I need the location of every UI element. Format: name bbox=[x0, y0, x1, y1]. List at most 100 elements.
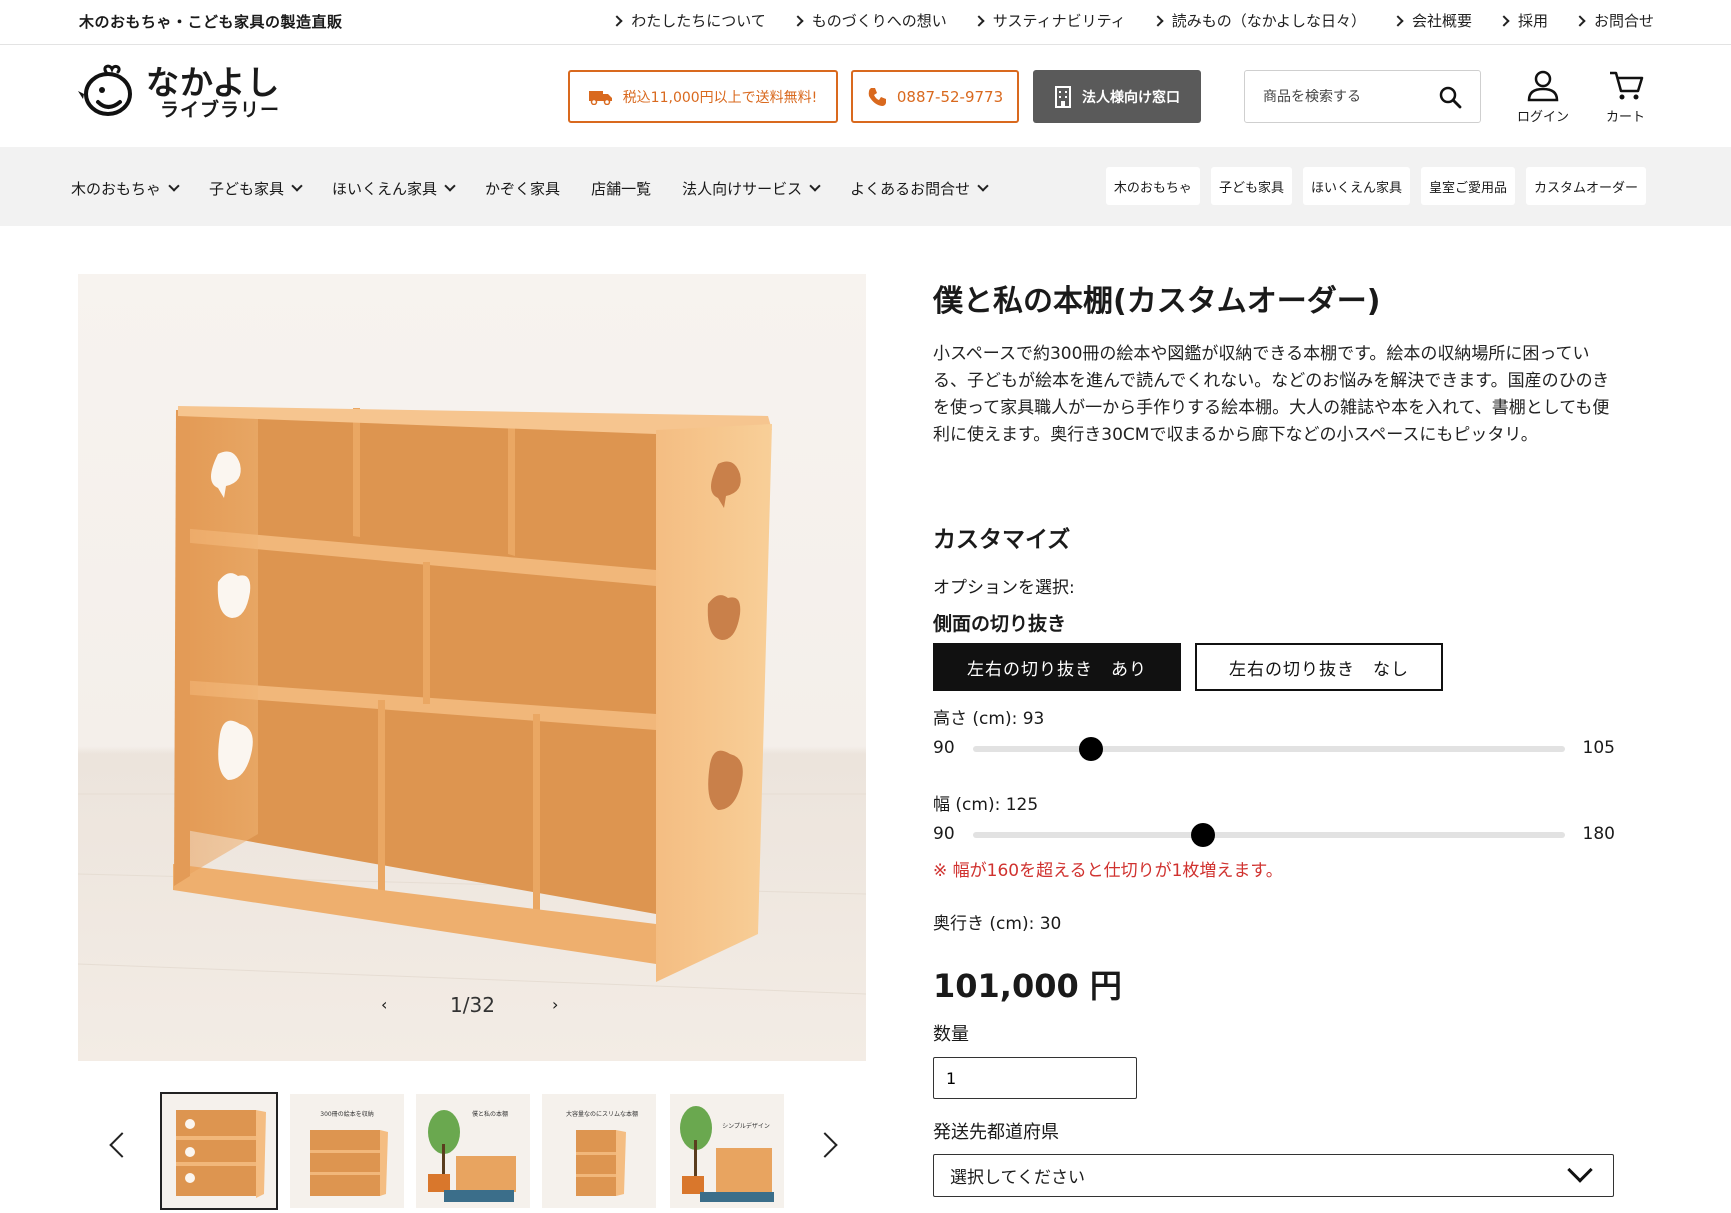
prefecture-label: 発送先都道府県 bbox=[933, 1122, 1059, 1143]
nav-item-kids-furniture[interactable]: 子ども家具 bbox=[209, 178, 303, 199]
thumbnail-strip: 300冊の絵本を収納 僕と私の本棚 大容量なのにスリムな本棚 シンプルデザイン bbox=[0, 1092, 866, 1212]
cutout-option-yes[interactable]: 左右の切り抜き あり bbox=[933, 643, 1181, 691]
thumbnail-2[interactable]: 300冊の絵本を収納 bbox=[290, 1094, 404, 1208]
chevron-down-icon bbox=[1567, 1157, 1593, 1183]
chevron-right-icon bbox=[1392, 14, 1404, 27]
bookshelf-thumbnail: シンプルデザイン bbox=[680, 1106, 774, 1202]
width-slider: 90 180 bbox=[933, 820, 1615, 850]
depth-label: 奥行き (cm): 30 bbox=[933, 914, 1062, 934]
utility-link-sustainability[interactable]: サスティナビリティ bbox=[973, 10, 1126, 31]
product-search bbox=[1244, 70, 1481, 123]
logo-sub-text: ライブラリー bbox=[160, 99, 281, 121]
chip-custom-order[interactable]: カスタムオーダー bbox=[1525, 167, 1646, 205]
height-slider-track[interactable] bbox=[973, 746, 1565, 752]
thumbnail-1[interactable] bbox=[160, 1092, 278, 1210]
site-logo[interactable]: なかよし ライブラリー bbox=[76, 64, 280, 122]
site-tagline: 木のおもちゃ・こども家具の製造直販 bbox=[79, 13, 343, 31]
height-label: 高さ (cm): 93 bbox=[933, 709, 1045, 729]
chip-wooden-toys[interactable]: 木のおもちゃ bbox=[1105, 167, 1200, 205]
width-slider-track[interactable] bbox=[973, 832, 1565, 838]
side-cutout-label: 側面の切り抜き bbox=[933, 613, 1067, 635]
category-menu: 木のおもちゃ 子ども家具 ほいくえん家具 かぞく家具 店舗一覧 法人向けサービス… bbox=[71, 178, 989, 199]
nav-item-faq[interactable]: よくあるお問合せ bbox=[850, 178, 989, 199]
utility-link-craft[interactable]: ものづくりへの想い bbox=[792, 10, 947, 31]
width-max: 180 bbox=[1582, 824, 1615, 844]
thumbnail-4[interactable]: 大容量なのにスリムな本棚 bbox=[542, 1094, 656, 1208]
width-slider-handle[interactable] bbox=[1191, 823, 1216, 847]
chevron-right-icon bbox=[1152, 14, 1164, 27]
quick-category-chips: 木のおもちゃ 子ども家具 ほいくえん家具 皇室ご愛用品 カスタムオーダー bbox=[1105, 167, 1646, 205]
prefecture-selected-value: 選択してください bbox=[950, 1168, 1085, 1188]
thumbnail-prev-arrow-icon[interactable] bbox=[109, 1132, 135, 1158]
thumbnail-3[interactable]: 僕と私の本棚 bbox=[416, 1094, 530, 1208]
width-min: 90 bbox=[933, 824, 955, 844]
chevron-left-icon[interactable]: ‹ bbox=[381, 995, 387, 1014]
phone-button[interactable]: 0887-52-9773 bbox=[851, 70, 1019, 123]
chip-imperial-favorites[interactable]: 皇室ご愛用品 bbox=[1420, 167, 1515, 205]
nav-item-wooden-toys[interactable]: 木のおもちゃ bbox=[71, 178, 180, 199]
chevron-right-icon[interactable]: › bbox=[552, 995, 558, 1014]
utility-links: わたしたちについて ものづくりへの想い サスティナビリティ 読みもの（なかよしな… bbox=[611, 10, 1654, 31]
cart-icon bbox=[1609, 71, 1643, 100]
utility-link-contact[interactable]: お問合せ bbox=[1574, 10, 1654, 31]
thumbnail-5[interactable]: シンプルデザイン bbox=[670, 1094, 784, 1208]
bookshelf-photo bbox=[78, 406, 866, 995]
product-price: 101,000 円 bbox=[933, 967, 1122, 1005]
chevron-right-icon bbox=[1574, 14, 1586, 27]
corporate-contact-button[interactable]: 法人様向け窓口 bbox=[1033, 70, 1201, 123]
chevron-down-icon bbox=[444, 180, 456, 192]
search-input[interactable] bbox=[1263, 88, 1433, 105]
thumb-caption: 大容量なのにスリムな本棚 bbox=[566, 1110, 638, 1118]
thumb-caption: 僕と私の本棚 bbox=[472, 1110, 508, 1118]
height-slider-handle[interactable] bbox=[1079, 737, 1104, 761]
chevron-down-icon bbox=[977, 180, 989, 192]
option-prompt: オプションを選択: bbox=[933, 578, 1075, 598]
height-max: 105 bbox=[1582, 738, 1615, 758]
utility-link-company[interactable]: 会社概要 bbox=[1392, 10, 1472, 31]
utility-link-about[interactable]: わたしたちについて bbox=[611, 10, 766, 31]
chip-kids-furniture[interactable]: 子ども家具 bbox=[1210, 167, 1292, 205]
cutout-option-no[interactable]: 左右の切り抜き なし bbox=[1195, 643, 1443, 691]
chip-nursery-furniture[interactable]: ほいくえん家具 bbox=[1302, 167, 1410, 205]
image-counter: 1/32 bbox=[450, 993, 495, 1017]
width-label: 幅 (cm): 125 bbox=[933, 795, 1039, 815]
building-icon bbox=[1055, 85, 1071, 108]
category-nav: 木のおもちゃ 子ども家具 ほいくえん家具 かぞく家具 店舗一覧 法人向けサービス… bbox=[0, 147, 1731, 226]
nav-item-family-furniture[interactable]: かぞく家具 bbox=[485, 178, 560, 199]
product-main-image[interactable] bbox=[78, 274, 866, 1061]
chevron-right-icon bbox=[611, 14, 623, 27]
chevron-down-icon bbox=[291, 180, 303, 192]
bookshelf-thumbnail: 300冊の絵本を収納 bbox=[310, 1110, 388, 1196]
nav-item-nursery-furniture[interactable]: ほいくえん家具 bbox=[332, 178, 456, 199]
bookshelf-thumbnail: 僕と私の本棚 bbox=[428, 1110, 516, 1202]
product-title: 僕と私の本棚(カスタムオーダー) bbox=[933, 284, 1381, 319]
phone-icon bbox=[868, 87, 886, 106]
quantity-input[interactable] bbox=[933, 1057, 1137, 1099]
thumbnail-next-arrow-icon[interactable] bbox=[812, 1132, 838, 1158]
thumb-caption: 300冊の絵本を収納 bbox=[320, 1110, 373, 1118]
width-note: ※ 幅が160を超えると仕切りが1枚増えます。 bbox=[933, 861, 1283, 881]
bookshelf-thumbnail bbox=[176, 1110, 266, 1198]
search-icon[interactable] bbox=[1438, 85, 1462, 109]
nav-item-corporate-services[interactable]: 法人向けサービス bbox=[682, 178, 821, 199]
utility-bar: 木のおもちゃ・こども家具の製造直販 わたしたちについて ものづくりへの想い サス… bbox=[0, 0, 1731, 45]
free-shipping-button[interactable]: 税込11,000円以上で送料無料! bbox=[568, 70, 838, 123]
prefecture-select[interactable]: 選択してください bbox=[933, 1154, 1614, 1197]
height-min: 90 bbox=[933, 738, 955, 758]
quantity-label: 数量 bbox=[933, 1024, 969, 1045]
thumb-caption: シンプルデザイン bbox=[722, 1122, 770, 1130]
nav-item-stores[interactable]: 店舗一覧 bbox=[591, 178, 651, 199]
login-button[interactable]: ログイン bbox=[1517, 70, 1569, 125]
height-slider: 90 105 bbox=[933, 734, 1615, 764]
utility-link-articles[interactable]: 読みもの（なかよしな日々） bbox=[1152, 10, 1366, 31]
bookshelf-thumbnail: 大容量なのにスリムな本棚 bbox=[566, 1110, 638, 1196]
truck-icon bbox=[588, 90, 612, 105]
chevron-down-icon bbox=[168, 180, 180, 192]
chevron-right-icon bbox=[792, 14, 804, 27]
chevron-right-icon bbox=[973, 14, 985, 27]
utility-link-recruit[interactable]: 採用 bbox=[1498, 10, 1548, 31]
cart-button[interactable]: カート bbox=[1606, 70, 1645, 125]
image-pager: ‹ 1/32 › bbox=[78, 993, 866, 1023]
site-header: なかよし ライブラリー 税込11,000円以上で送料無料! 0887-52-97… bbox=[0, 46, 1731, 147]
user-icon bbox=[1527, 70, 1559, 102]
